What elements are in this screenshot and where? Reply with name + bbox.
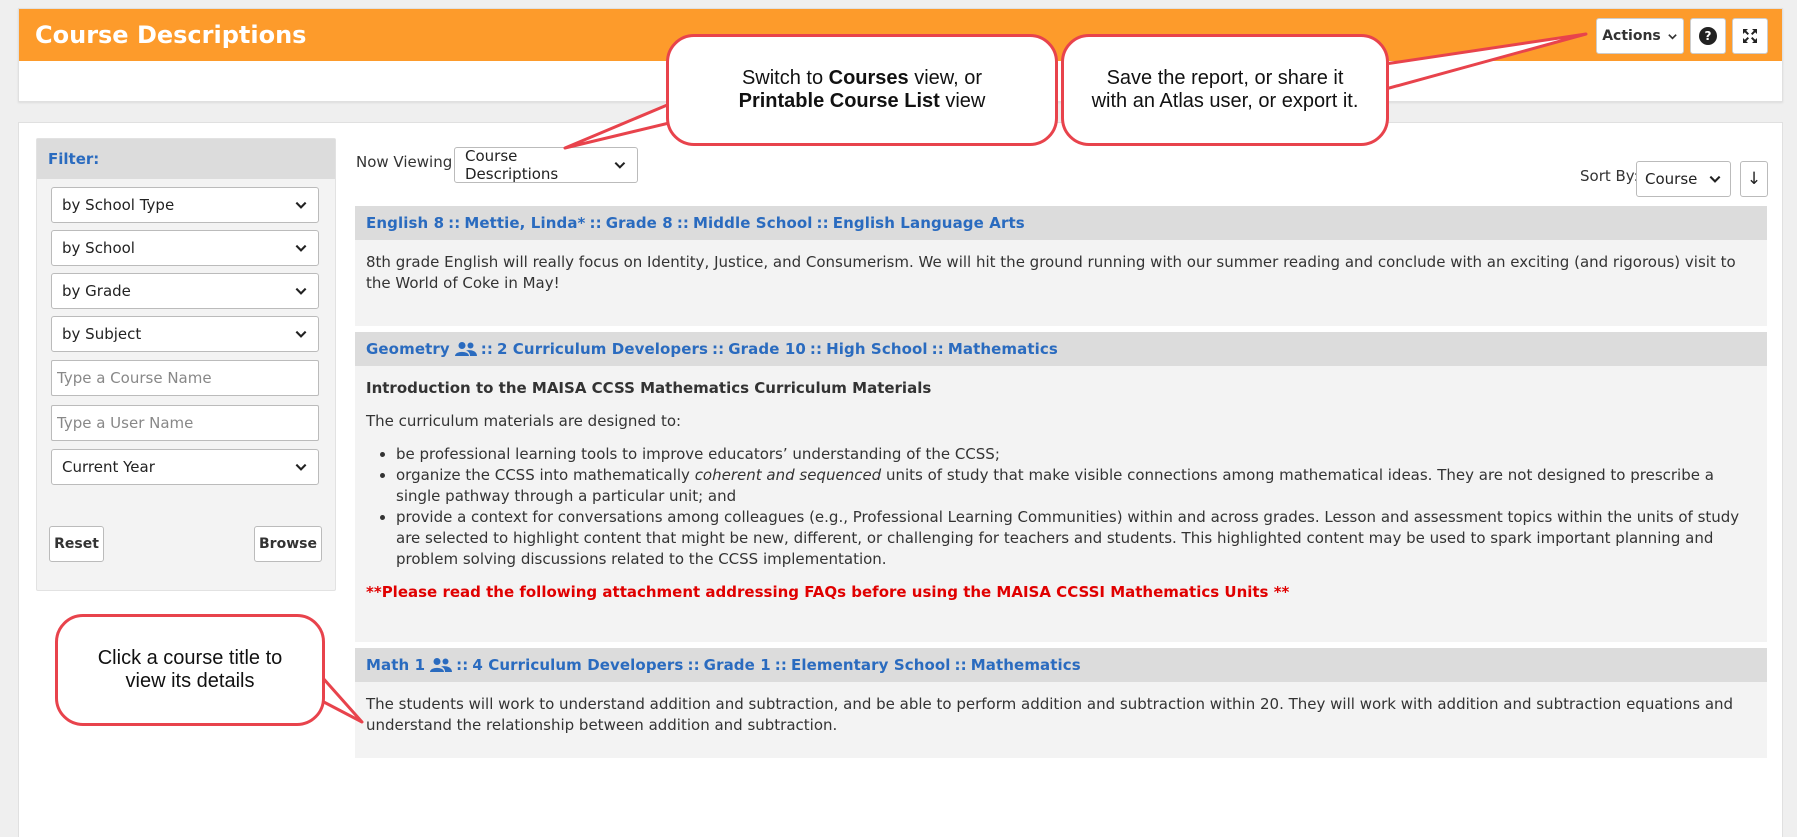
course-callout-text: Click a course title to view its details [97,647,283,692]
callout-text: view, or [908,67,983,89]
view-callout-text: Switch to Courses view, or Printable Cou… [739,67,986,113]
actions-callout-text: Save the report, or share it with an Atl… [1091,67,1359,112]
callout-bold: Printable Course List [738,90,940,112]
actions-callout-pointer [1380,32,1588,92]
actions-callout: Save the report, or share it with an Atl… [1061,34,1389,146]
callout-text: Switch to [741,67,829,89]
view-callout: Switch to Courses view, or Printable Cou… [666,34,1058,146]
callout-text: view [939,90,986,112]
callout-bold: Courses [828,67,909,89]
course-title-callout: Click a course title to view its details [55,614,325,726]
